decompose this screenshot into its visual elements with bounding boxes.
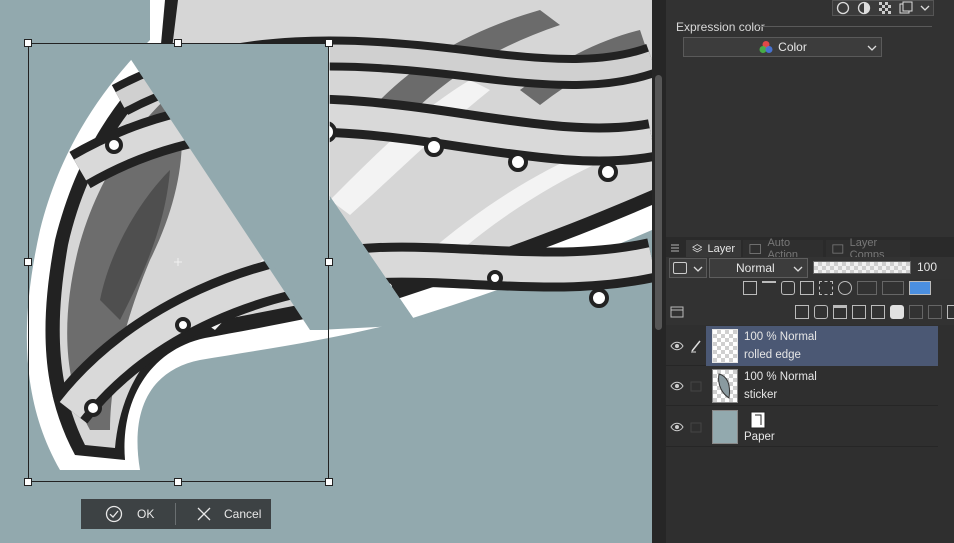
- tab-layer-comps[interactable]: Layer Comps: [826, 237, 910, 261]
- layer-color-swatch[interactable]: [669, 258, 707, 278]
- top-icon-bar: [832, 0, 934, 16]
- cancel-button[interactable]: Cancel: [176, 499, 271, 529]
- ok-label: OK: [137, 507, 155, 521]
- tab-layer-label: Layer: [707, 242, 735, 255]
- layer-select-box-icon[interactable]: [690, 379, 702, 393]
- transform-confirm-bar: OK Cancel: [81, 499, 271, 529]
- trash-icon[interactable]: [947, 305, 954, 319]
- apply-mask-icon[interactable]: [909, 305, 923, 319]
- expression-color-divider: [758, 26, 932, 27]
- ruler-icon[interactable]: [857, 281, 877, 295]
- layers-icon: [692, 243, 703, 252]
- transform-handle-bottom-center[interactable]: [174, 478, 182, 486]
- new-raster-layer-icon[interactable]: [795, 305, 809, 319]
- tab-auto-action[interactable]: Auto Action: [743, 237, 823, 261]
- eye-icon[interactable]: [670, 340, 684, 352]
- layer-mode: 100 % Normal: [744, 331, 817, 343]
- blend-mode-value: Normal: [736, 261, 775, 275]
- transform-handle-top-center[interactable]: [174, 39, 182, 47]
- new-folder-icon[interactable]: [833, 305, 847, 319]
- half-circle-icon[interactable]: [857, 1, 871, 15]
- close-icon: [197, 507, 211, 521]
- layer-info: Paper: [706, 407, 938, 447]
- color-dots-icon: [759, 41, 773, 53]
- transform-bounding-box[interactable]: [28, 43, 329, 482]
- tab-layer[interactable]: Layer: [686, 240, 741, 257]
- pen-icon: [691, 340, 701, 353]
- layer-thumbnail: [712, 410, 738, 444]
- lock-icon[interactable]: [800, 281, 814, 295]
- layer-comps-icon: [832, 243, 844, 254]
- panel-scrollbar[interactable]: [655, 75, 662, 330]
- sticker-thumbnail-icon: [718, 373, 730, 399]
- layer-info: 100 % Normal sticker: [706, 366, 938, 406]
- layer-info: 100 % Normal rolled edge: [706, 326, 938, 366]
- transform-handle-bottom-right[interactable]: [325, 478, 333, 486]
- new-vector-layer-icon[interactable]: [814, 305, 828, 319]
- mask-create-icon[interactable]: [890, 305, 904, 319]
- opacity-slider[interactable]: [813, 261, 911, 274]
- auto-action-icon: [749, 243, 762, 254]
- lock-transparent-icon[interactable]: [819, 281, 833, 295]
- layer-select-box-icon[interactable]: [690, 420, 702, 434]
- circle-icon[interactable]: [836, 1, 850, 15]
- expression-color-select[interactable]: Color: [683, 37, 882, 57]
- panel-menu-icon[interactable]: [670, 243, 680, 253]
- layer-create-tools: [795, 305, 954, 319]
- layer-thumbnail: [712, 369, 738, 403]
- combine-layer-icon[interactable]: [871, 305, 885, 319]
- layer-row-rolled-edge[interactable]: 100 % Normal rolled edge: [666, 326, 938, 366]
- draft-layer-icon[interactable]: [781, 281, 795, 295]
- chevron-down-icon: [693, 266, 703, 272]
- layer-color-icon[interactable]: [882, 281, 904, 295]
- layer-name: rolled edge: [744, 349, 801, 361]
- clipping-icon[interactable]: [743, 281, 757, 295]
- layer-row-sticker[interactable]: 100 % Normal sticker: [666, 366, 938, 406]
- layer-palette-color-icon[interactable]: [909, 281, 931, 295]
- cancel-label: Cancel: [224, 507, 262, 521]
- layer-mode: 100 % Normal: [744, 371, 817, 383]
- layer-panel-menu-icon[interactable]: [670, 306, 684, 318]
- layer-name: Paper: [744, 431, 775, 443]
- blend-mode-select[interactable]: Normal: [709, 258, 808, 278]
- chevron-down-icon[interactable]: [920, 3, 930, 13]
- link-icon[interactable]: [928, 305, 942, 319]
- expression-color-value: Color: [778, 40, 807, 54]
- transform-handle-middle-left[interactable]: [24, 258, 32, 266]
- opacity-value[interactable]: 100: [917, 260, 937, 274]
- layer-row-paper[interactable]: Paper: [666, 407, 938, 447]
- chevron-down-icon: [867, 45, 877, 51]
- transform-handle-top-left[interactable]: [24, 39, 32, 47]
- chevron-down-icon: [793, 266, 803, 272]
- reference-layer-icon[interactable]: [762, 281, 776, 295]
- eye-icon[interactable]: [670, 421, 684, 433]
- drawing-canvas[interactable]: OK Cancel: [0, 0, 652, 543]
- mask-icon[interactable]: [838, 281, 852, 295]
- ok-button[interactable]: OK: [81, 499, 175, 529]
- transfer-layer-icon[interactable]: [852, 305, 866, 319]
- transform-handle-top-right[interactable]: [325, 39, 333, 47]
- layer-name: sticker: [744, 389, 778, 401]
- check-circle-icon: [105, 505, 123, 523]
- transform-handle-bottom-left[interactable]: [24, 478, 32, 486]
- eye-icon[interactable]: [670, 380, 684, 392]
- layers-small-icon[interactable]: [899, 1, 913, 15]
- layer-thumbnail: [712, 329, 738, 363]
- transform-handle-middle-right[interactable]: [325, 258, 333, 266]
- expression-color-label: Expression color: [676, 20, 765, 34]
- paper-layer-icon: [750, 411, 766, 429]
- layer-lock-tools: [743, 281, 936, 295]
- checker-icon[interactable]: [878, 1, 892, 15]
